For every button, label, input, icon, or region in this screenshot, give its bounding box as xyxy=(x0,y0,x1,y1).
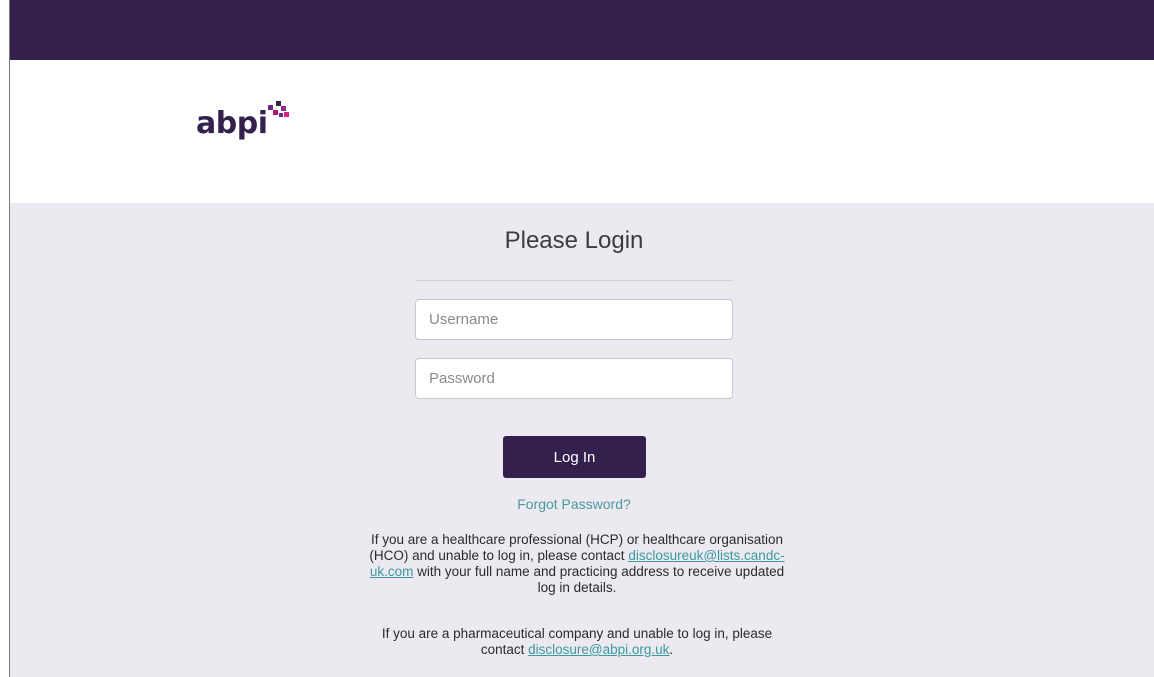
page-title: Please Login xyxy=(504,227,644,254)
username-input[interactable] xyxy=(415,299,733,340)
login-panel: Please Login Log In Forgot Password? xyxy=(415,203,733,512)
top-bar xyxy=(10,0,1154,60)
page-frame: abpi Please Login Log In Forgot Password… xyxy=(9,0,1154,677)
login-button[interactable]: Log In xyxy=(503,436,646,478)
hcp-email-link-part2[interactable]: uk.com xyxy=(370,564,414,579)
company-help-text: If you are a pharmaceutical company and … xyxy=(381,626,773,657)
login-section: Please Login Log In Forgot Password? If … xyxy=(10,203,1154,677)
header: abpi xyxy=(10,60,1154,203)
abpi-logo[interactable]: abpi xyxy=(196,101,290,139)
logo-mark-icon xyxy=(268,101,290,117)
company-email-link[interactable]: disclosure@abpi.org.uk xyxy=(528,642,669,657)
hcp-help-text: If you are a healthcare professional (HC… xyxy=(369,532,785,595)
forgot-password-link[interactable]: Forgot Password? xyxy=(415,496,733,512)
divider xyxy=(415,280,733,281)
password-input[interactable] xyxy=(415,358,733,399)
hcp-email-link-part1[interactable]: disclosureuk@lists.candc- xyxy=(628,548,784,563)
logo-wordmark: abpi xyxy=(196,106,268,141)
